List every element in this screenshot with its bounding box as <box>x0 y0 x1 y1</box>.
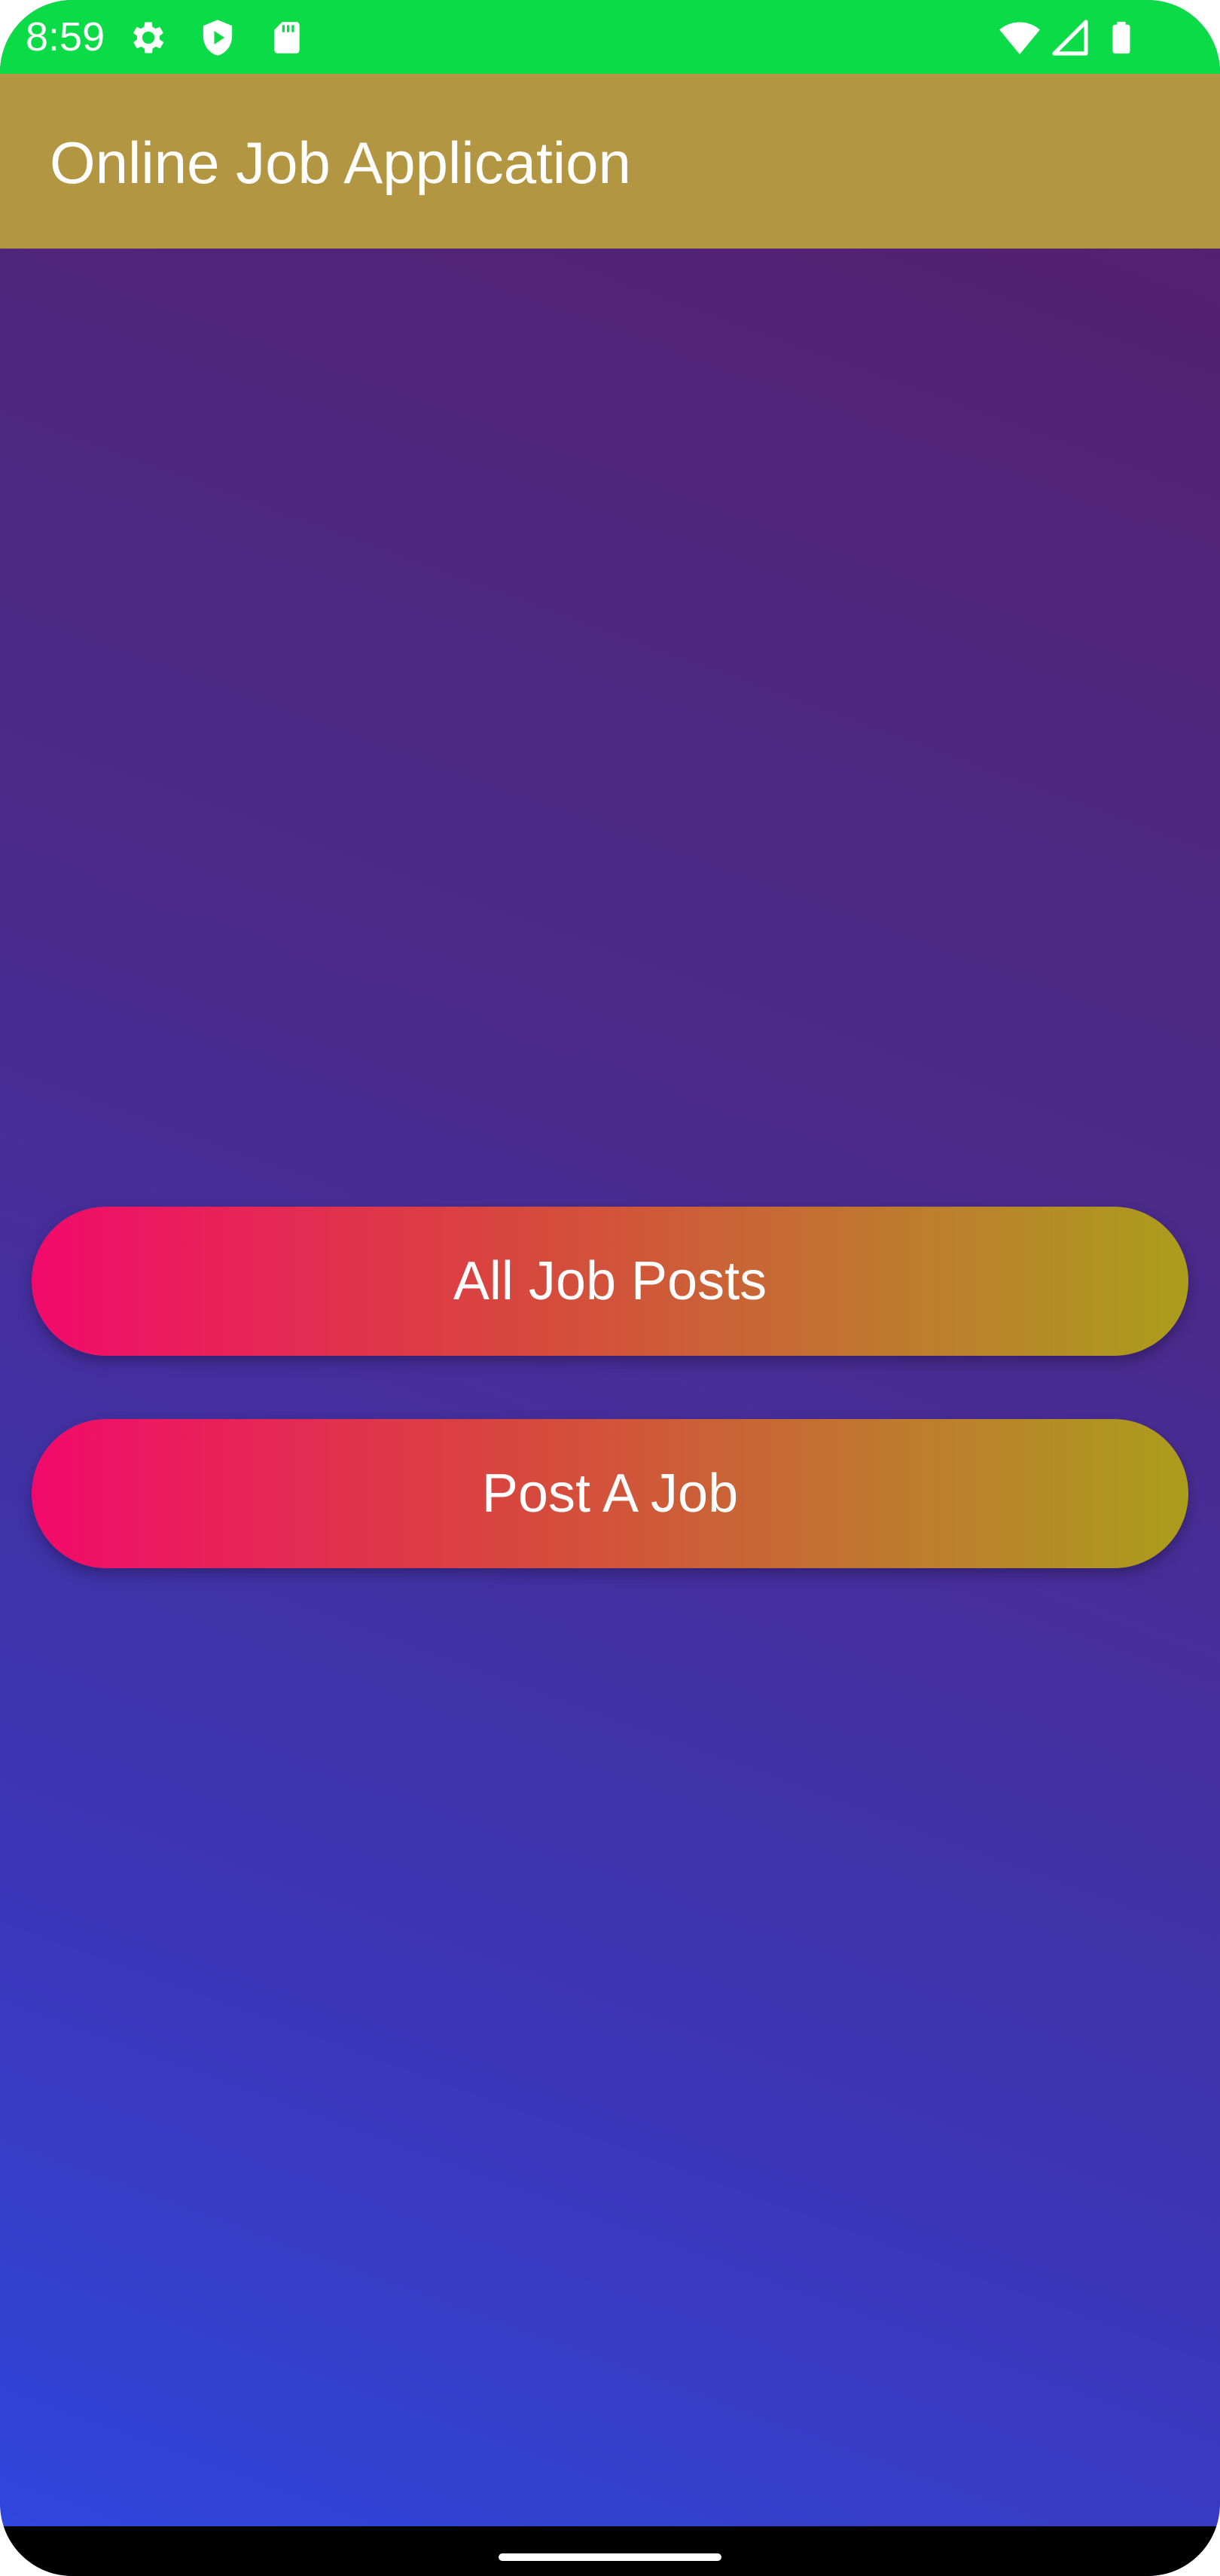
app-title: Online Job Application <box>50 130 631 196</box>
signal-icon <box>1052 20 1088 56</box>
post-a-job-button[interactable]: Post A Job <box>32 1419 1188 1568</box>
battery-icon <box>1112 21 1130 54</box>
status-bar: 8:59 <box>0 0 1220 74</box>
home-gesture-handle[interactable] <box>499 2553 721 2561</box>
app-bar: Online Job Application <box>0 74 1220 249</box>
status-time: 8:59 <box>26 14 105 60</box>
settings-icon <box>133 22 164 53</box>
wifi-icon <box>999 22 1040 55</box>
sd-card-icon <box>274 22 300 53</box>
navigation-bar <box>0 2526 1220 2576</box>
shield-play-icon <box>203 20 233 56</box>
all-job-posts-button[interactable]: All Job Posts <box>32 1207 1188 1356</box>
phone-screen: 8:59 Online Job Application All Job Post… <box>0 0 1220 2576</box>
